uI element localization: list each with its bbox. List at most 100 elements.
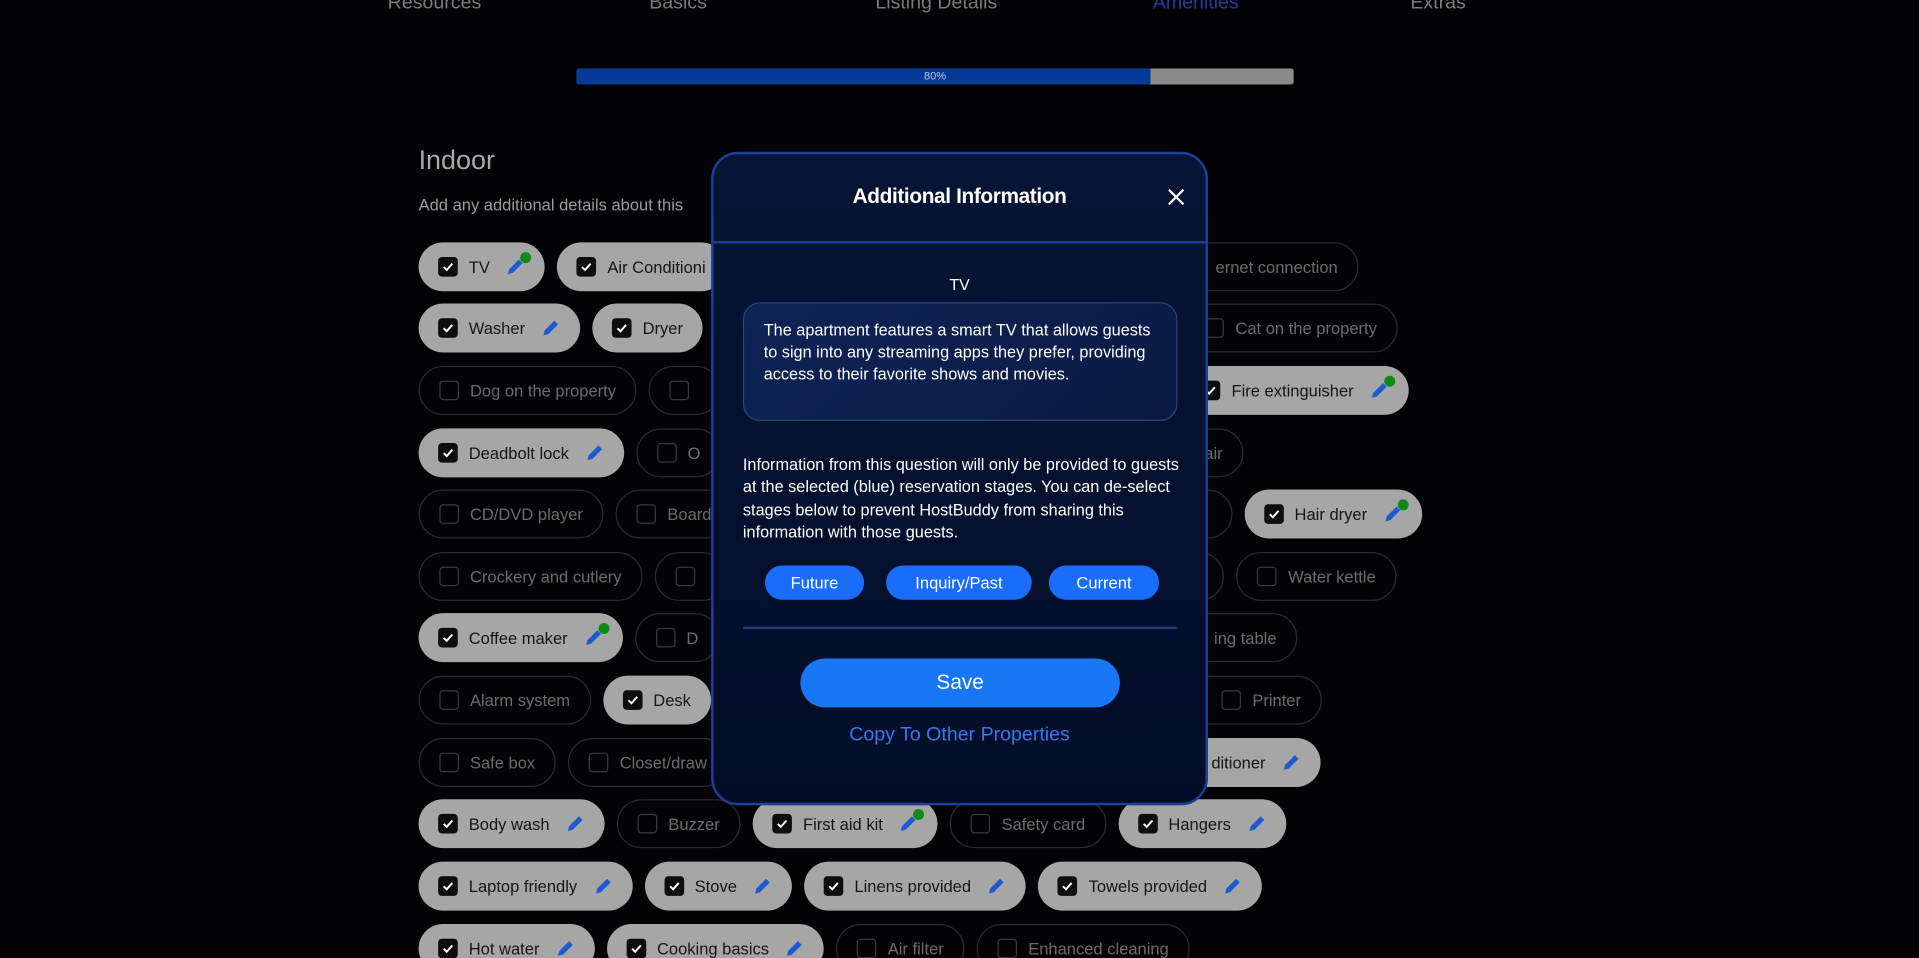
checkbox[interactable] bbox=[439, 504, 459, 524]
checkbox-checked[interactable] bbox=[626, 938, 646, 958]
amenity-label: Alarm system bbox=[469, 690, 571, 710]
checkbox[interactable] bbox=[439, 566, 459, 587]
checkbox-checked[interactable] bbox=[438, 876, 458, 896]
amenity-pill[interactable]: TV bbox=[418, 242, 545, 292]
amenity-pill[interactable]: Safe box bbox=[418, 738, 557, 787]
edit-pencil-icon[interactable] bbox=[987, 876, 1007, 896]
tab-basics[interactable]: Basics bbox=[649, 0, 707, 15]
tab-extras[interactable]: Extras bbox=[1410, 0, 1465, 15]
amenity-pill[interactable]: Enhanced cleaning bbox=[976, 924, 1190, 958]
edit-pencil-icon[interactable] bbox=[753, 876, 773, 896]
checkbox[interactable] bbox=[636, 504, 657, 524]
edit-pencil-icon[interactable] bbox=[585, 443, 605, 463]
amenity-pill[interactable]: Body wash bbox=[418, 799, 605, 849]
amenity-pill[interactable]: Linens provided bbox=[804, 861, 1027, 911]
amenity-pill[interactable]: Hair dryer bbox=[1244, 489, 1423, 539]
checkbox-checked[interactable] bbox=[622, 690, 643, 710]
edit-pencil-icon[interactable] bbox=[506, 252, 532, 277]
modal-header-divider bbox=[713, 241, 1206, 244]
checkbox-checked[interactable] bbox=[438, 627, 458, 648]
checkbox-checked[interactable] bbox=[576, 257, 597, 277]
amenity-pill[interactable]: Hangers bbox=[1118, 799, 1286, 849]
tab-resources[interactable]: Resources bbox=[388, 0, 482, 15]
amenity-pill[interactable]: Dryer bbox=[592, 303, 703, 353]
checkbox-checked[interactable] bbox=[664, 876, 684, 896]
checkbox[interactable] bbox=[439, 752, 459, 773]
amenity-pill[interactable]: O bbox=[636, 428, 722, 478]
edit-pencil-icon[interactable] bbox=[565, 814, 585, 834]
tab-listing-details[interactable]: Listing Details bbox=[875, 0, 997, 15]
save-button[interactable]: Save bbox=[800, 658, 1120, 708]
checkbox-checked[interactable] bbox=[1057, 876, 1078, 896]
amenity-pill[interactable]: Stove bbox=[644, 861, 792, 911]
checkbox-checked[interactable] bbox=[611, 318, 632, 338]
amenity-pill[interactable]: First aid kit bbox=[752, 799, 938, 849]
edit-pencil-icon[interactable] bbox=[785, 939, 805, 958]
stage-current-button[interactable]: Current bbox=[1048, 565, 1160, 600]
checkbox-checked[interactable] bbox=[438, 813, 458, 834]
amenity-pill[interactable]: Laptop friendly bbox=[418, 861, 633, 911]
amenity-label: Hangers bbox=[1168, 814, 1231, 833]
modal-title: Additional Information bbox=[852, 184, 1067, 209]
stage-inquiry-past-button[interactable]: Inquiry/Past bbox=[886, 565, 1032, 600]
copy-to-other-properties-link[interactable]: Copy To Other Properties bbox=[714, 725, 1206, 747]
checkbox-checked[interactable] bbox=[438, 257, 458, 277]
stage-future-button[interactable]: Future bbox=[764, 565, 865, 600]
checkbox-checked[interactable] bbox=[438, 318, 458, 338]
checkbox[interactable] bbox=[439, 690, 459, 710]
checkbox[interactable] bbox=[1257, 566, 1278, 587]
edit-pencil-icon[interactable] bbox=[584, 622, 610, 648]
checkbox[interactable] bbox=[997, 938, 1018, 958]
amenity-pill[interactable]: Deadbolt lock bbox=[418, 428, 624, 478]
checkbox[interactable] bbox=[970, 813, 991, 834]
checkbox[interactable] bbox=[669, 380, 690, 401]
edit-pencil-icon[interactable] bbox=[593, 876, 613, 896]
amenity-pill[interactable]: Towels provided bbox=[1038, 861, 1263, 911]
amenity-pill[interactable]: Closet/draw bbox=[568, 738, 728, 787]
checkbox-checked[interactable] bbox=[1137, 813, 1158, 834]
edit-pencil-icon[interactable] bbox=[899, 808, 925, 834]
edit-pencil-icon[interactable] bbox=[1370, 375, 1396, 401]
edit-pencil-icon[interactable] bbox=[1281, 753, 1301, 773]
checkbox-checked[interactable] bbox=[823, 876, 844, 896]
amenity-pill[interactable]: Air filter bbox=[836, 924, 965, 958]
amenity-pill[interactable]: Desk bbox=[603, 675, 711, 725]
edit-pencil-icon[interactable] bbox=[1247, 814, 1267, 834]
checkbox-checked[interactable] bbox=[772, 813, 792, 834]
amenity-pill[interactable]: Dog on the property bbox=[418, 365, 637, 415]
tab-amenities[interactable]: Amenities bbox=[1153, 0, 1239, 15]
edit-pencil-icon[interactable] bbox=[555, 939, 575, 958]
checkbox[interactable] bbox=[675, 566, 695, 587]
checkbox[interactable] bbox=[655, 627, 676, 648]
close-icon[interactable] bbox=[1166, 187, 1186, 207]
amenity-pill[interactable]: Water kettle bbox=[1236, 551, 1397, 601]
stages-info-text: Information from this question will only… bbox=[742, 455, 1179, 541]
amenity-pill[interactable]: Buzzer bbox=[616, 799, 741, 849]
amenity-pill[interactable]: Crockery and cutlery bbox=[418, 551, 643, 601]
additional-info-modal: Additional Information TV The apartment … bbox=[711, 151, 1208, 806]
checkbox[interactable] bbox=[657, 443, 677, 463]
checkbox-checked[interactable] bbox=[438, 443, 458, 463]
amenity-group-left: Coffee maker D bbox=[418, 613, 720, 663]
edit-pencil-icon[interactable] bbox=[1383, 499, 1409, 524]
amenity-pill[interactable]: Hot water bbox=[418, 924, 595, 958]
amenity-pill[interactable]: Cooking basics bbox=[606, 924, 825, 958]
checkbox[interactable] bbox=[589, 752, 609, 773]
amenity-pill[interactable]: Alarm system bbox=[418, 675, 591, 725]
checkbox[interactable] bbox=[1221, 690, 1242, 710]
amenity-pill[interactable]: Air Conditioni bbox=[557, 242, 726, 292]
checkbox-checked[interactable] bbox=[1263, 504, 1284, 524]
amenity-pill[interactable]: Coffee maker bbox=[418, 613, 623, 663]
edit-pencil-icon[interactable] bbox=[541, 318, 561, 338]
info-added-dot-icon bbox=[598, 622, 610, 634]
amenity-pill[interactable]: Safety card bbox=[950, 799, 1106, 849]
amenity-pill[interactable]: D bbox=[634, 613, 720, 663]
amenity-pill[interactable]: Washer bbox=[418, 303, 581, 353]
checkbox[interactable] bbox=[637, 813, 658, 834]
amenity-pill[interactable]: CD/DVD player bbox=[418, 489, 604, 539]
edit-pencil-icon[interactable] bbox=[1223, 876, 1243, 896]
description-textarea[interactable]: The apartment features a smart TV that a… bbox=[742, 302, 1178, 422]
checkbox-checked[interactable] bbox=[438, 938, 458, 958]
checkbox[interactable] bbox=[857, 938, 877, 958]
checkbox[interactable] bbox=[439, 380, 459, 401]
